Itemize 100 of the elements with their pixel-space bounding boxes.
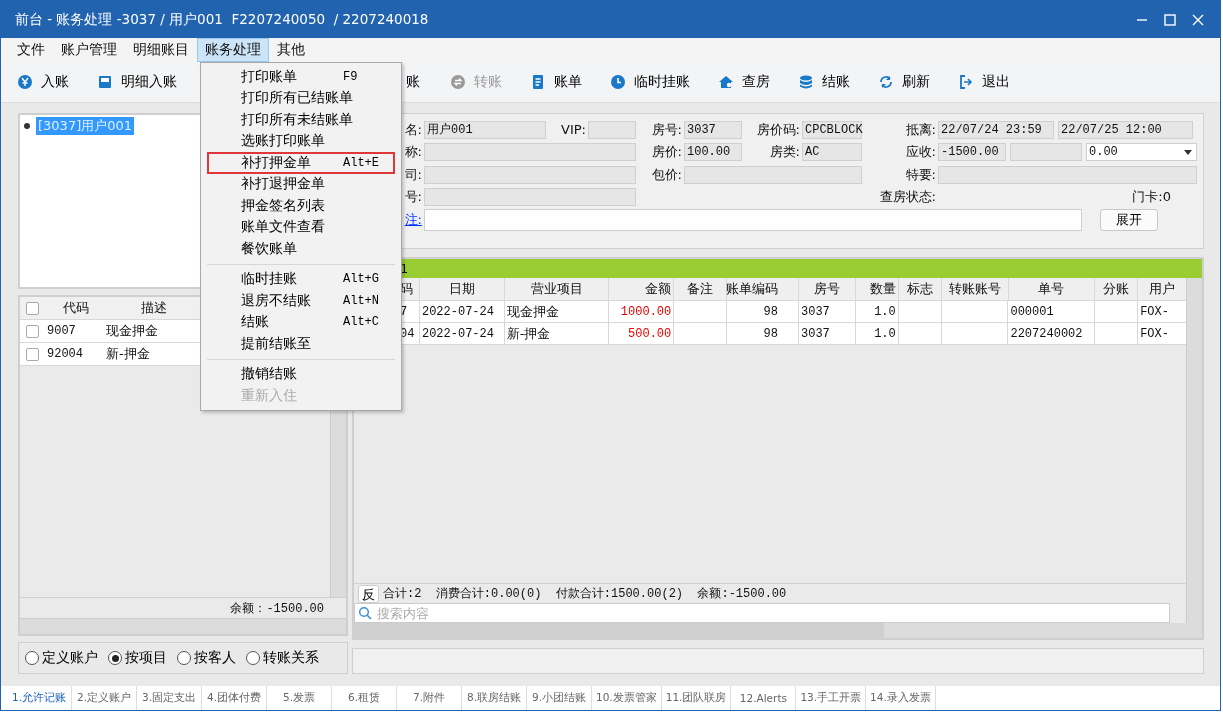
document-icon xyxy=(530,74,546,90)
toolbar-button[interactable]: 账 xyxy=(404,71,422,93)
name-field[interactable]: 用户001 xyxy=(424,120,546,139)
scrollbar[interactable] xyxy=(20,618,346,634)
rate-field[interactable]: 100.00 xyxy=(684,143,742,162)
expand-button[interactable]: 展开 xyxy=(1100,208,1158,231)
radio-option[interactable]: 转账关系 xyxy=(246,649,319,667)
menu-item[interactable]: 账务处理 xyxy=(197,38,269,62)
column-header[interactable]: 描述 xyxy=(104,299,202,317)
menu-item[interactable]: 其他 xyxy=(269,38,313,62)
table-cell: 500.00 xyxy=(609,323,675,344)
column-header[interactable]: 房号 xyxy=(799,278,856,300)
dropdown[interactable]: 0.00 xyxy=(1086,143,1197,162)
checkbox[interactable] xyxy=(26,301,39,315)
maximize-icon[interactable] xyxy=(1162,11,1178,28)
remark-field[interactable] xyxy=(424,208,1082,231)
column-header[interactable]: 转账账号 xyxy=(941,278,1009,300)
column-header[interactable]: 备注 xyxy=(674,278,728,300)
menu-item[interactable]: 明细账目 xyxy=(125,38,197,62)
toolbar-button[interactable]: 结账 xyxy=(796,71,852,93)
table-cell: 2207240002 xyxy=(1008,323,1096,344)
vip-field[interactable] xyxy=(588,120,636,139)
column-header[interactable]: 营业项目 xyxy=(504,278,610,300)
toolbar-button[interactable]: 入账 xyxy=(15,71,71,93)
search-field[interactable]: 搜索内容 xyxy=(354,603,1170,623)
column-header[interactable]: 用户 xyxy=(1138,278,1186,300)
refresh-icon xyxy=(878,74,894,90)
table-cell-text: 9007 xyxy=(46,324,77,338)
menu-item[interactable]: 账户管理 xyxy=(53,38,125,62)
reverse-button[interactable]: 反 xyxy=(358,584,379,603)
input-field[interactable] xyxy=(1010,143,1082,162)
menu-item[interactable]: 打印所有已结账单 xyxy=(207,87,395,109)
room-field[interactable]: 3037 xyxy=(684,120,742,139)
menu-item[interactable]: 临时挂账 Alt+G xyxy=(207,268,395,290)
table-cell: 1.0 xyxy=(855,301,899,322)
field-label: VIP: xyxy=(560,122,587,137)
menu-item[interactable]: 补打退押金单 xyxy=(207,173,395,195)
column-header[interactable]: 代码 xyxy=(45,299,104,317)
toolbar-button[interactable]: 明细入账 xyxy=(95,71,179,93)
column-header[interactable]: 数量 xyxy=(855,278,899,300)
menu-item[interactable]: 选账打印账单 xyxy=(207,130,395,152)
menu-item[interactable]: 文件 xyxy=(9,38,53,62)
remark-link[interactable]: 注: xyxy=(400,210,424,229)
column-header[interactable]: 账单编码 xyxy=(727,278,800,300)
field-label: 抵离: xyxy=(904,120,937,139)
column-header[interactable]: 分账 xyxy=(1095,278,1139,300)
column-header[interactable]: 日期 xyxy=(419,278,505,300)
column-header[interactable]: 金额 xyxy=(609,278,675,300)
rate-code-field[interactable]: CPCBLOCK xyxy=(802,120,862,139)
checkbox[interactable] xyxy=(26,347,39,361)
table-cell: 000001 xyxy=(1008,301,1096,322)
room-type-field[interactable]: AC xyxy=(802,143,862,162)
title-field[interactable] xyxy=(424,143,636,162)
toolbar-button[interactable]: 账单 xyxy=(528,71,584,93)
field-label: 房价: xyxy=(650,143,683,162)
scrollbar[interactable] xyxy=(354,623,1202,638)
window-title: 前台 - 账务处理 -3037 / 用户001 F2207240050 / 2207240018 xyxy=(15,10,430,29)
table-cell-text: 新-押金 xyxy=(105,345,151,363)
coin-icon xyxy=(17,74,33,90)
scrollbar[interactable] xyxy=(1186,278,1202,623)
bullet-icon xyxy=(24,123,30,129)
checkbox[interactable] xyxy=(26,324,39,338)
number-field[interactable] xyxy=(424,188,636,207)
table-cell: 新-押金 xyxy=(504,323,610,344)
menu-item[interactable]: 押金签名列表 xyxy=(207,195,395,217)
company-field[interactable] xyxy=(424,165,636,184)
toolbar-button[interactable]: 退出 xyxy=(956,71,1012,93)
table-cell-text: 现金押金 xyxy=(105,322,159,340)
toolbar-button[interactable]: 临时挂账 xyxy=(608,71,692,93)
group-label: 1 xyxy=(400,261,409,276)
toolbar-button[interactable]: 刷新 xyxy=(876,71,932,93)
table-cell-text: FOX- xyxy=(1139,303,1170,321)
exit-icon xyxy=(958,74,974,90)
form-icon xyxy=(97,74,113,90)
table-cell: 1.0 xyxy=(855,323,899,344)
database-icon xyxy=(798,74,814,90)
column-header[interactable]: 标志 xyxy=(898,278,942,300)
menu-item[interactable]: 账单文件查看 xyxy=(207,216,395,238)
menu-item[interactable]: 打印所有未结账单 xyxy=(207,109,395,131)
caret-icon xyxy=(1184,149,1192,155)
special-field[interactable] xyxy=(938,165,1197,184)
summary-text: 合计:2 消费合计:0.00(0) 付款合计:1500.00(2) 余额:-1500.00 xyxy=(383,586,787,602)
menu-item[interactable]: 打印账单 F9 xyxy=(207,66,395,88)
radio-option[interactable]: 按项目 xyxy=(108,649,167,667)
menu-item[interactable]: 撤销结账 xyxy=(207,363,395,385)
field-label: 称: xyxy=(403,143,423,162)
table-cell: 3037 xyxy=(799,323,856,344)
package-field[interactable] xyxy=(684,165,862,184)
menu-item[interactable]: 补打押金单 Alt+E xyxy=(207,152,395,174)
column-header[interactable]: 单号 xyxy=(1008,278,1096,300)
table-cell: 98 xyxy=(727,323,799,344)
receivable-field[interactable]: -1500.00 xyxy=(938,143,1006,162)
radio-option[interactable]: 按客人 xyxy=(177,649,236,667)
radio-option[interactable]: 定义账户 xyxy=(25,649,98,667)
field-label: 房价码: xyxy=(755,120,801,139)
field-label: 特要: xyxy=(904,165,937,184)
toolbar-button[interactable]: 查房 xyxy=(716,71,772,93)
menu-item[interactable]: 餐饮账单 xyxy=(207,238,395,260)
arrival-field[interactable]: 22/07/24 23:59 xyxy=(938,120,1054,139)
departure-field[interactable]: 22/07/25 12:00 xyxy=(1058,120,1193,139)
